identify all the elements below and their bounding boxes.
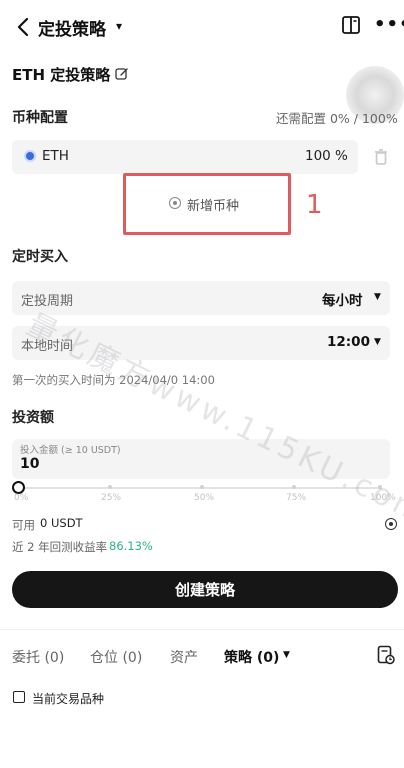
need-config-status: 还需配置 0% / 100% xyxy=(276,111,398,126)
slider-tick xyxy=(108,485,112,489)
annotation-highlight-box xyxy=(123,173,291,235)
tab-strategies[interactable]: 策略 (0) xyxy=(224,647,279,667)
coin-config-heading: 币种配置 xyxy=(12,110,68,126)
create-strategy-button[interactable]: 创建策略 xyxy=(12,571,398,608)
coin-percent-input[interactable]: 100 % xyxy=(305,148,348,164)
available-label: 可用 xyxy=(12,518,35,532)
page-title[interactable]: 定投策略 xyxy=(38,15,106,40)
tab-assets[interactable]: 资产 xyxy=(170,647,198,667)
slider-tick xyxy=(292,485,296,489)
period-value[interactable]: 每小时 xyxy=(322,289,363,309)
invest-heading: 投资额 xyxy=(12,410,54,426)
edit-icon[interactable] xyxy=(115,66,129,80)
chevron-down-icon[interactable]: ▼ xyxy=(374,292,381,302)
slider-tick-label: 25% xyxy=(101,493,122,503)
title-caret-icon[interactable]: ▾ xyxy=(116,19,122,33)
slider-tick xyxy=(200,485,204,489)
timing-heading: 定时买入 xyxy=(12,249,68,265)
current-pair-label[interactable]: 当前交易品种 xyxy=(32,690,104,707)
slider-tick-label: 75% xyxy=(286,493,307,503)
backtest-label: 近 2 年回测收益率 xyxy=(12,540,108,554)
slider-tick-label: 0% xyxy=(14,493,29,503)
back-chevron-icon[interactable] xyxy=(12,16,34,38)
divider xyxy=(0,629,404,630)
eth-coin-icon xyxy=(24,150,36,162)
trash-icon[interactable] xyxy=(373,148,389,166)
slider-tick-label: 50% xyxy=(194,493,215,503)
chevron-down-icon[interactable]: ▼ xyxy=(374,337,381,347)
amount-placeholder: 投入金额 (≥ 10 USDT) xyxy=(20,445,121,456)
current-pair-checkbox[interactable] xyxy=(13,691,25,703)
coin-symbol: ETH xyxy=(42,148,69,164)
more-icon[interactable]: ••• xyxy=(374,14,404,35)
backtest-value: 86.13% xyxy=(109,539,153,553)
amount-value[interactable]: 10 xyxy=(20,456,39,472)
tab-positions[interactable]: 仓位 (0) xyxy=(90,647,142,667)
book-icon[interactable] xyxy=(341,15,361,35)
strategy-name: ETH 定投策略 xyxy=(12,66,111,84)
tab-caret-icon[interactable]: ▼ xyxy=(283,650,290,660)
available-value: 0 USDT xyxy=(40,516,83,530)
bottom-tabs: 委托 (0) 仓位 (0) 资产 策略 (0) ▼ xyxy=(0,647,404,669)
tab-orders[interactable]: 委托 (0) xyxy=(12,647,64,667)
local-time-value[interactable]: 12:00 xyxy=(327,334,370,350)
annotation-number: 1 xyxy=(306,190,323,220)
orders-history-icon[interactable] xyxy=(377,645,395,665)
